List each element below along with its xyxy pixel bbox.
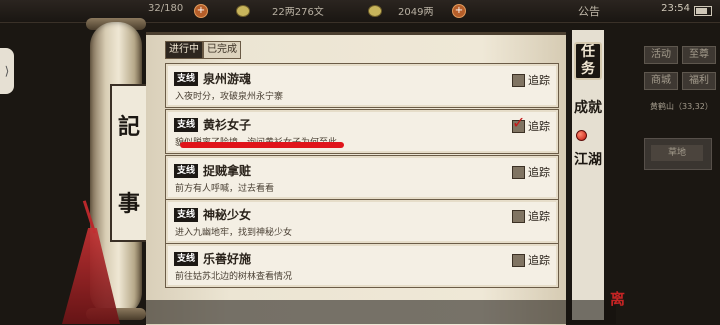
track-label: 追踪: [528, 74, 550, 87]
track-label: 追踪: [528, 120, 550, 133]
tab-in-progress[interactable]: 进行中: [165, 41, 203, 59]
track-checkbox[interactable]: [512, 165, 525, 179]
silver-text: 22两276文: [272, 7, 324, 18]
bottom-toolbar: [146, 300, 616, 324]
quest-card[interactable]: 支线 乐善好施 前往姑苏北边的树林查看情况 追踪: [165, 243, 559, 288]
quest-description: 前方有人呼喊，过去看看: [175, 184, 275, 194]
announcement-button[interactable]: 公告: [578, 3, 600, 19]
quest-card[interactable]: 支线 泉州游魂 入夜时分，攻破泉州永宁寨 追踪: [165, 63, 559, 108]
quest-type-badge: 支线: [174, 252, 198, 266]
quest-title: 乐善好施: [203, 252, 252, 266]
track-checkbox[interactable]: [512, 209, 525, 223]
red-seal-logo: 离: [610, 290, 626, 308]
location-text: 黄鹤山（33,32）: [650, 102, 713, 111]
tab-quests[interactable]: 任务: [574, 42, 602, 80]
tab-completed[interactable]: 已完成: [203, 41, 241, 59]
gold-text: 2049两: [398, 7, 434, 18]
quest-title: 黄衫女子: [203, 118, 252, 132]
add-gold-icon[interactable]: +: [452, 4, 466, 18]
track-toggle[interactable]: 追踪: [512, 72, 550, 88]
gold-ingot-icon: [368, 5, 382, 17]
journal-label: 記 事: [110, 84, 148, 242]
track-label: 追踪: [528, 166, 550, 179]
checkmark-icon: ✓: [512, 112, 526, 132]
vip-button[interactable]: 至尊: [682, 46, 716, 64]
tab-achievements[interactable]: 成就: [574, 100, 602, 117]
quest-card[interactable]: 支线 神秘少女 进入九幽地牢，找到神秘少女 追踪: [165, 199, 559, 244]
track-checkbox[interactable]: [512, 253, 525, 267]
track-toggle[interactable]: 追踪: [512, 164, 550, 180]
track-toggle[interactable]: 追踪: [512, 208, 550, 224]
activity-button[interactable]: 活动: [644, 46, 678, 64]
notification-dot-icon: [576, 130, 587, 141]
side-drawer-handle[interactable]: ⟩: [0, 48, 14, 94]
quest-title: 泉州游魂: [203, 72, 252, 86]
battery-icon: [694, 6, 712, 16]
track-checkbox-checked[interactable]: ✓: [512, 114, 525, 133]
quest-type-badge: 支线: [174, 72, 198, 86]
quest-type-badge: 支线: [174, 118, 198, 132]
field-label: 草地: [651, 145, 703, 161]
clock-text: 23:54: [661, 3, 690, 14]
shop-button[interactable]: 商城: [644, 72, 678, 90]
tab-jianghu[interactable]: 江湖: [574, 152, 602, 169]
track-toggle[interactable]: ✓ 追踪: [512, 114, 550, 134]
track-checkbox[interactable]: [512, 73, 525, 87]
silver-coin-icon: [236, 5, 250, 17]
field-box: 草地: [644, 138, 712, 170]
quest-card[interactable]: 支线 捉贼拿赃 前方有人呼喊，过去看看 追踪: [165, 155, 559, 200]
quest-type-badge: 支线: [174, 208, 198, 222]
quest-description: 前往姑苏北边的树林查看情况: [175, 272, 293, 282]
quest-description: 入夜时分，攻破泉州永宁寨: [175, 92, 284, 102]
red-highlight-underline: [180, 142, 344, 148]
quest-title: 神秘少女: [203, 208, 252, 222]
quest-type-badge: 支线: [174, 164, 198, 178]
quest-status-tabs: 进行中 已完成: [165, 41, 241, 59]
track-toggle[interactable]: 追踪: [512, 252, 550, 268]
journal-char-1: 記: [117, 113, 140, 140]
stamina-text: 32/180: [148, 3, 184, 14]
quest-description: 进入九幽地牢，找到神秘少女: [175, 228, 293, 238]
add-stamina-icon[interactable]: +: [194, 4, 208, 18]
track-label: 追踪: [528, 254, 550, 267]
journal-char-2: 事: [117, 190, 140, 217]
quest-title: 捉贼拿赃: [203, 164, 252, 178]
welfare-button[interactable]: 福利: [682, 72, 716, 90]
track-label: 追踪: [528, 210, 550, 223]
